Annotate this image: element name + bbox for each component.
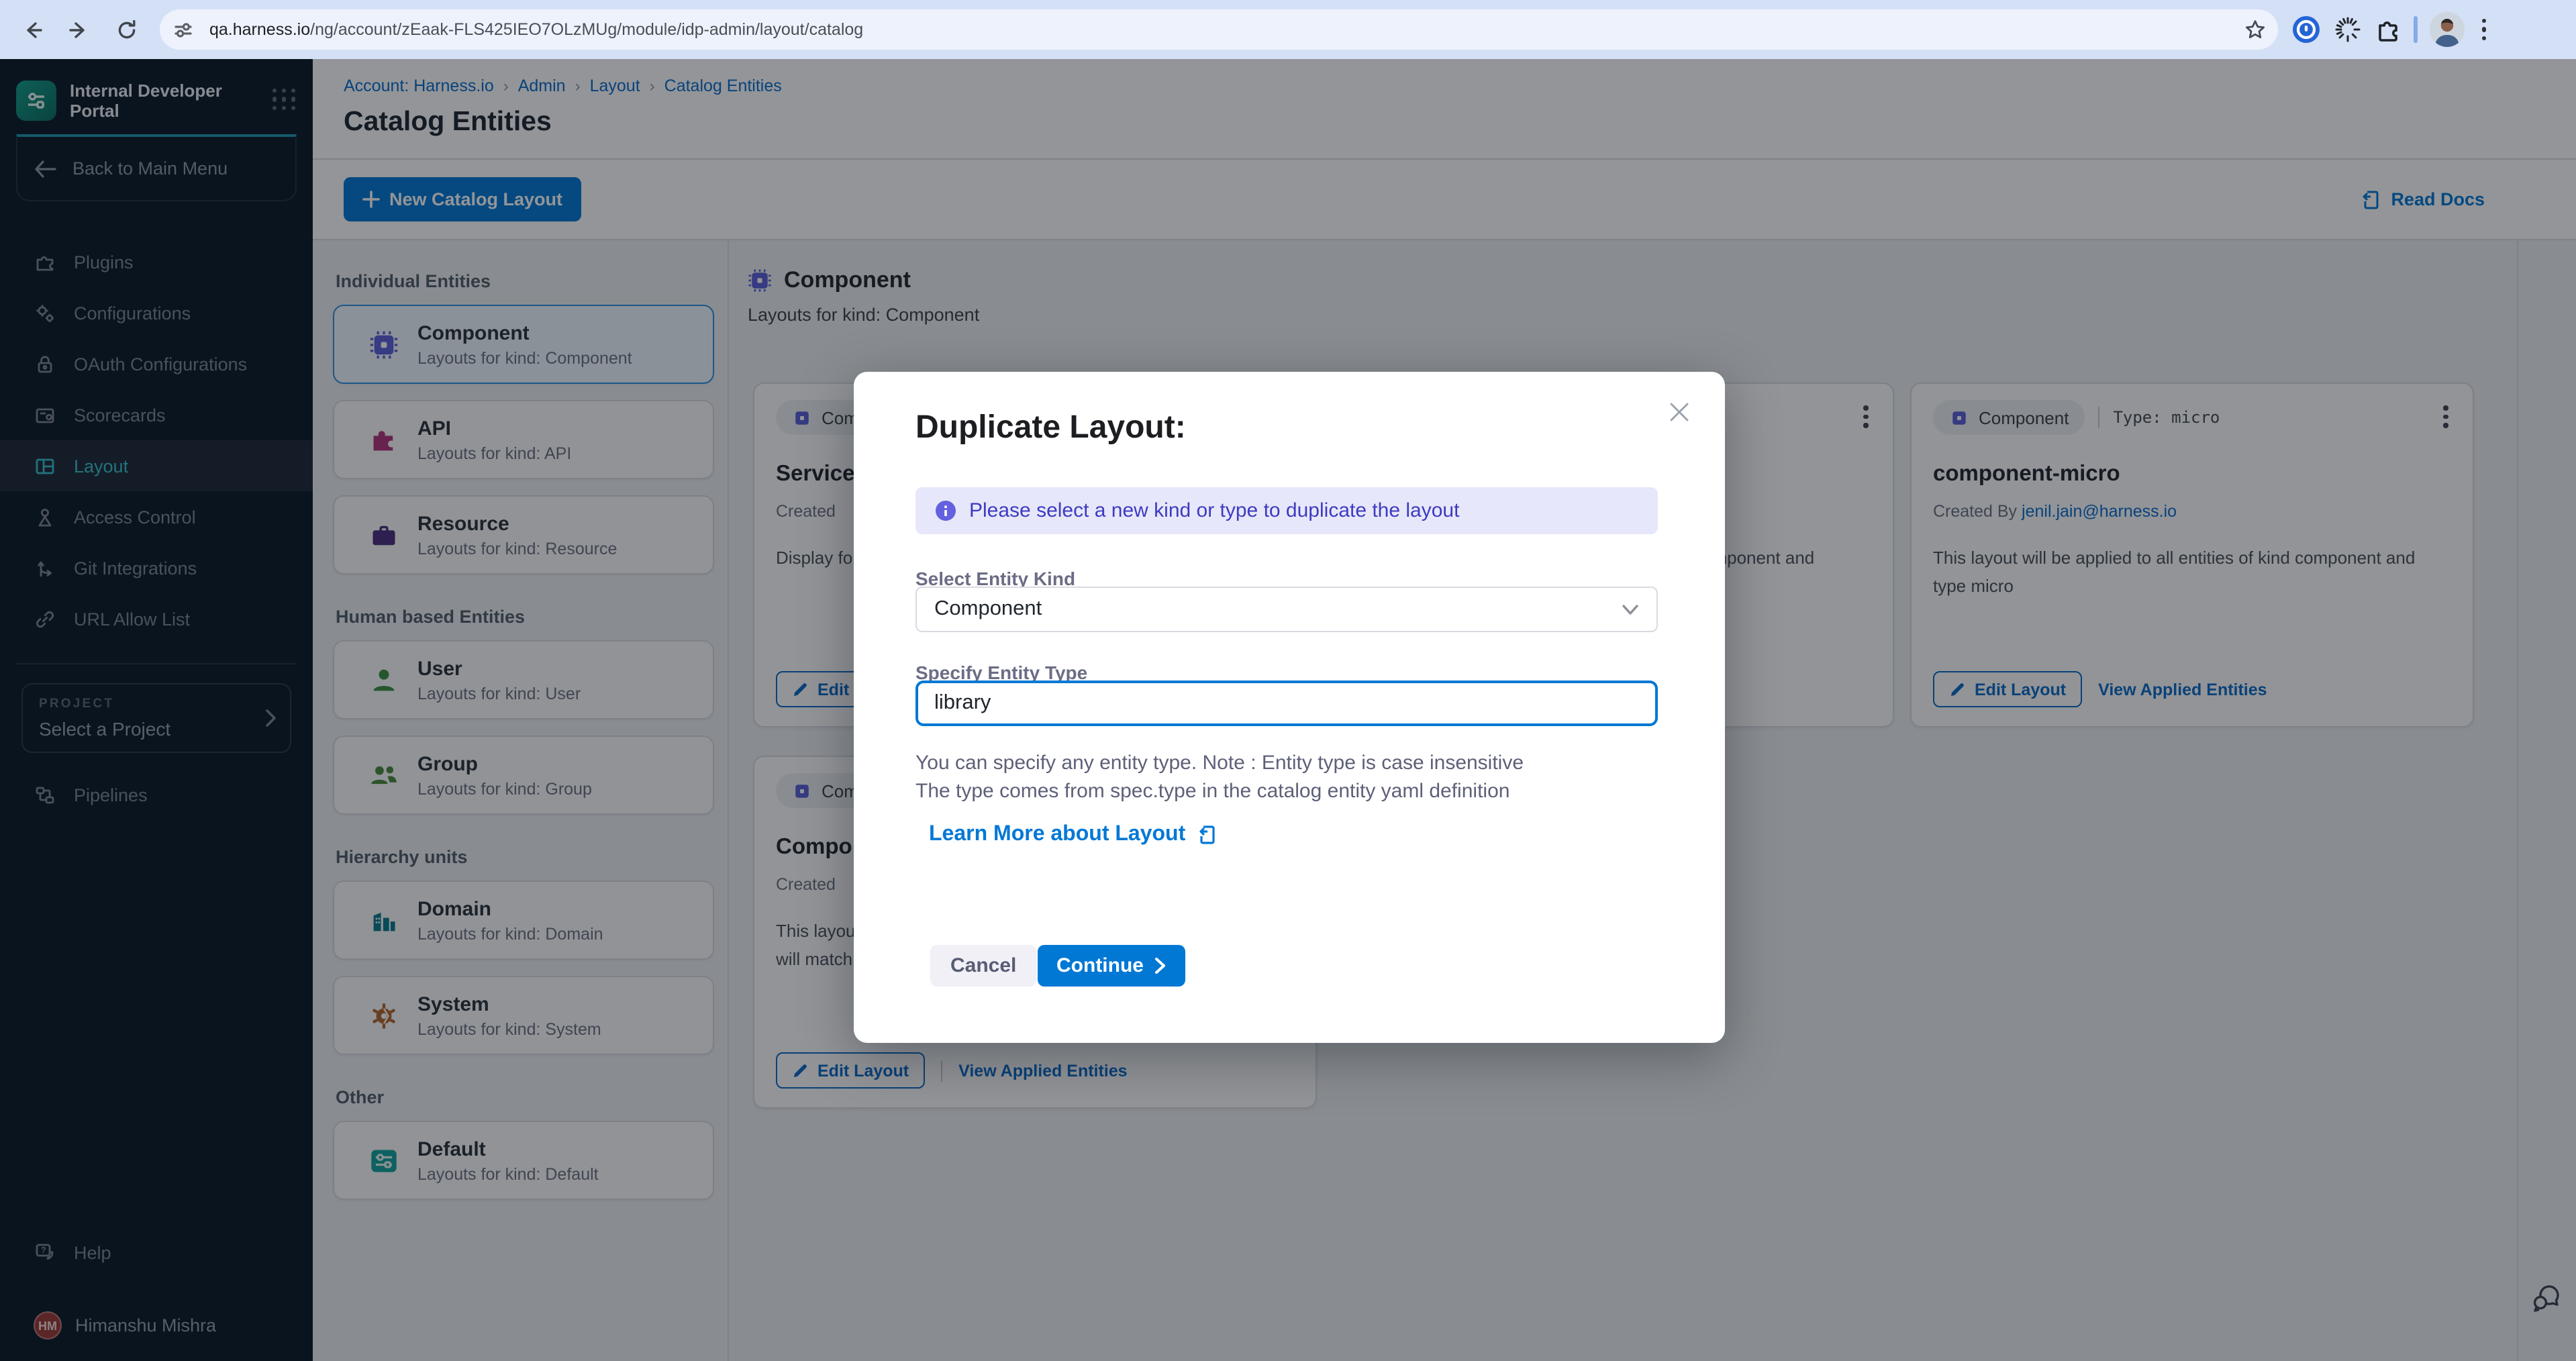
continue-button[interactable]: Continue [1038,945,1185,987]
continue-label: Continue [1056,954,1144,977]
duplicate-layout-modal: Duplicate Layout: Please select a new ki… [854,372,1725,1043]
app-window: Internal Developer Portal Back to Main M… [0,59,2576,1361]
entity-kind-value: Component [934,597,1042,621]
bookmark-star-icon[interactable] [2238,12,2273,47]
site-info-icon[interactable] [166,13,199,46]
url-path: /ng/account/zEaak-FLS425IEO7OLzMUg/modul… [310,20,863,39]
modal-title: Duplicate Layout: [915,409,1186,447]
info-banner-text: Please select a new kind or type to dupl… [969,499,1459,522]
browser-toolbar: qa.harness.io/ng/account/zEaak-FLS425IEO… [0,0,2576,59]
browser-reload-icon[interactable] [106,9,146,50]
learn-more-link[interactable]: Learn More about Layout [929,823,1218,847]
info-banner: Please select a new kind or type to dupl… [915,487,1658,534]
chevron-down-icon [1622,603,1639,615]
browser-back-icon[interactable] [12,9,52,50]
help-text-line1: You can specify any entity type. Note : … [915,752,1524,774]
doc-external-icon [1196,824,1218,846]
chrome-separator [2414,16,2418,43]
browser-forward-icon[interactable] [58,9,98,50]
help-text-line2: The type comes from spec.type in the cat… [915,780,1509,803]
url-host: qa.harness.io [209,20,310,39]
info-icon [934,499,957,522]
cancel-button[interactable]: Cancel [930,945,1036,987]
browser-menu-icon[interactable] [2477,13,2492,46]
extensions-puzzle-icon[interactable] [2375,16,2401,43]
learn-more-label: Learn More about Layout [929,823,1185,847]
onepassword-icon[interactable] [2291,15,2321,44]
screen: qa.harness.io/ng/account/zEaak-FLS425IEO… [0,0,2576,1361]
chevron-right-icon [1154,957,1167,974]
entity-kind-select[interactable]: Component [915,587,1658,632]
loading-extension-icon[interactable] [2333,15,2363,44]
close-icon[interactable] [1669,401,1690,423]
browser-profile-avatar[interactable] [2430,12,2465,47]
browser-extensions-area [2291,12,2492,47]
url-text: qa.harness.io/ng/account/zEaak-FLS425IEO… [209,20,2238,39]
entity-type-input[interactable] [915,680,1658,726]
url-bar[interactable]: qa.harness.io/ng/account/zEaak-FLS425IEO… [160,9,2278,50]
